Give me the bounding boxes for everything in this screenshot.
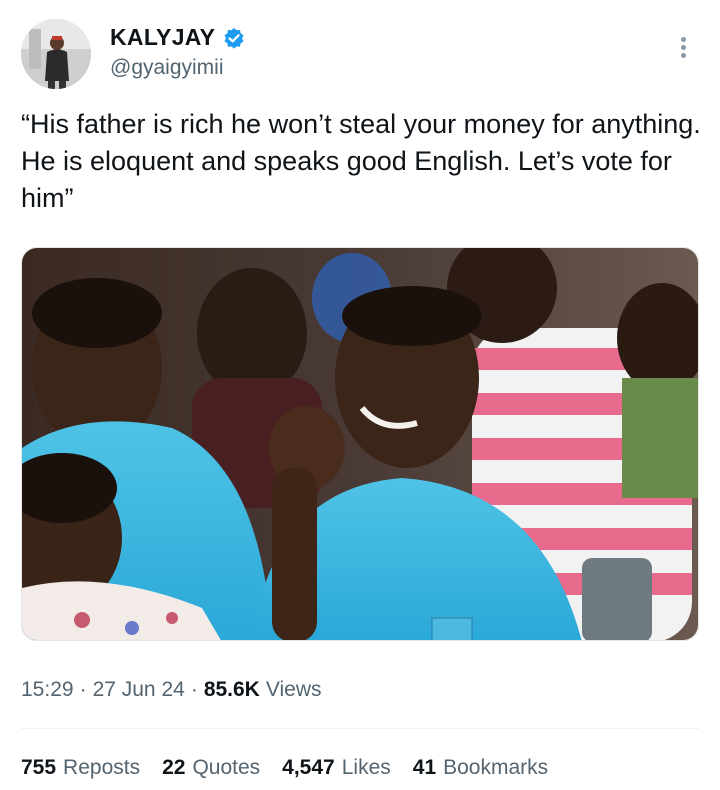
views-label: Views: [265, 678, 322, 701]
bookmarks-label: Bookmarks: [443, 756, 549, 779]
likes-count: 4,547: [282, 756, 335, 779]
bookmarks-count: 41: [412, 756, 437, 779]
tweet-text: “His father is rich he won’t steal your …: [21, 109, 701, 213]
quotes-label: Quotes: [192, 756, 261, 779]
avatar[interactable]: [21, 19, 91, 89]
more-options-icon[interactable]: [674, 33, 694, 63]
meta-separator: ·: [190, 678, 198, 701]
likes-stat[interactable]: 4,547 Likes: [282, 756, 391, 780]
tweet-photo[interactable]: [21, 247, 699, 641]
author-display-name[interactable]: KALYJAY: [110, 24, 215, 51]
meta-separator: ·: [79, 678, 87, 701]
divider: [21, 728, 699, 729]
verified-badge-icon: [223, 27, 245, 49]
engagement-stats: 755 Reposts 22 Quotes 4,547 Likes 41 Boo…: [21, 756, 548, 780]
reposts-count: 755: [21, 756, 57, 779]
reposts-stat[interactable]: 755 Reposts: [21, 756, 140, 780]
avatar-image: [21, 19, 91, 89]
author-handle[interactable]: @gyaigyimii: [110, 56, 224, 80]
tweet-time[interactable]: 15:29: [21, 678, 74, 702]
quotes-stat[interactable]: 22 Quotes: [162, 756, 260, 780]
reposts-label: Reposts: [63, 756, 141, 779]
bookmarks-stat[interactable]: 41 Bookmarks: [413, 756, 548, 780]
students-photo-image: [22, 248, 698, 640]
likes-label: Likes: [341, 756, 391, 779]
tweet-date[interactable]: 27 Jun 24: [93, 678, 185, 702]
quotes-count: 22: [162, 756, 186, 779]
tweet-meta: 15:29 · 27 Jun 24 · 85.6K Views: [21, 678, 322, 702]
views-count: 85.6K: [203, 678, 260, 701]
